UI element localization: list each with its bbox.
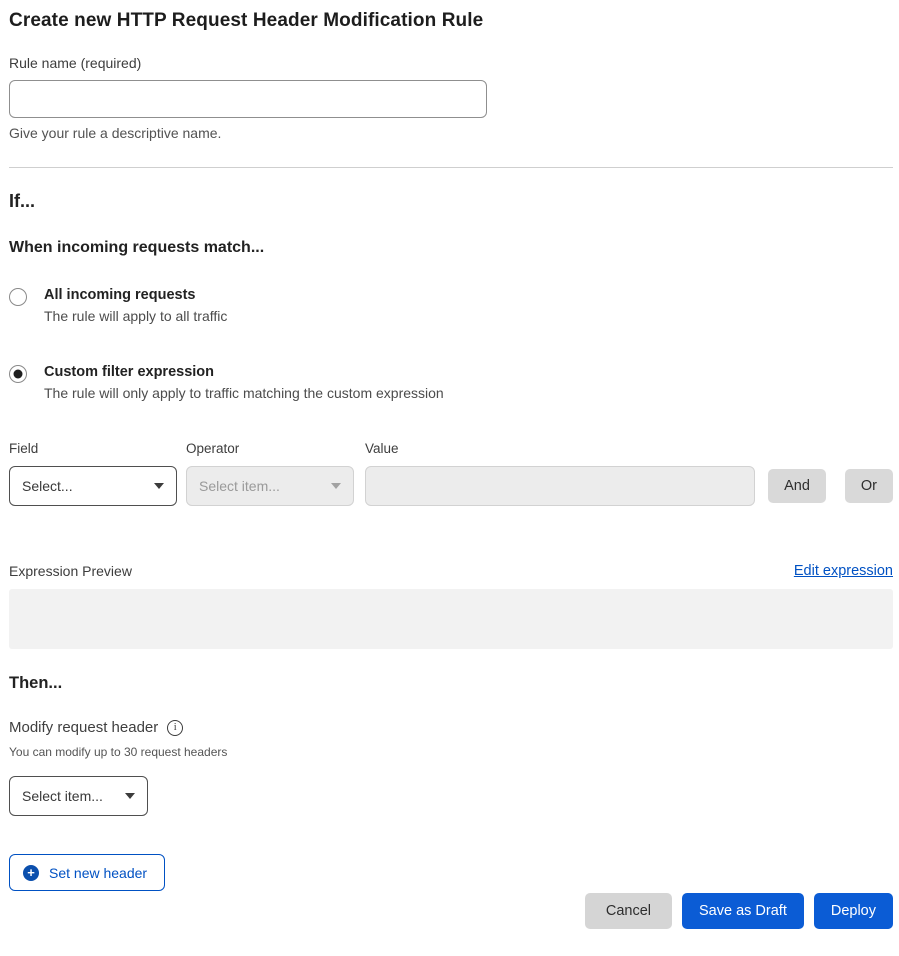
footer-actions: Cancel Save as Draft Deploy (9, 893, 893, 929)
operator-select-placeholder: Select item... (199, 478, 280, 494)
expression-builder-row: Field Select... Operator Select item... … (9, 441, 893, 506)
create-rule-page: Create new HTTP Request Header Modificat… (0, 0, 899, 929)
radio-desc-all-incoming: The rule will apply to all traffic (44, 308, 227, 324)
or-button[interactable]: Or (845, 469, 893, 503)
save-as-draft-button[interactable]: Save as Draft (682, 893, 804, 929)
plus-icon: + (23, 865, 39, 881)
radio-option-custom-filter[interactable]: Custom filter expression The rule will o… (9, 364, 893, 401)
page-title: Create new HTTP Request Header Modificat… (9, 10, 893, 32)
deploy-button[interactable]: Deploy (814, 893, 893, 929)
andor-group: And Or (768, 469, 893, 506)
radio-option-all-incoming[interactable]: All incoming requests The rule will appl… (9, 287, 893, 324)
chevron-down-icon (154, 483, 164, 489)
field-label: Field (9, 441, 177, 456)
modify-request-header-label: Modify request header (9, 719, 158, 736)
rule-name-input[interactable] (9, 80, 487, 118)
set-new-header-label: Set new header (49, 865, 147, 881)
header-action-select[interactable]: Select item... (9, 776, 148, 816)
value-label: Value (365, 441, 755, 456)
expression-preview-header: Expression Preview Edit expression (9, 563, 893, 579)
set-new-header-button[interactable]: + Set new header (9, 854, 165, 891)
edit-expression-link[interactable]: Edit expression (794, 563, 893, 579)
info-icon[interactable]: i (167, 720, 183, 736)
field-select[interactable]: Select... (9, 466, 177, 506)
rule-name-helper: Give your rule a descriptive name. (9, 125, 893, 141)
value-input (365, 466, 755, 506)
if-heading: If... (9, 191, 893, 212)
section-divider (9, 167, 893, 168)
operator-select: Select item... (186, 466, 354, 506)
expression-preview-box (9, 589, 893, 649)
operator-label: Operator (186, 441, 354, 456)
modify-header-row: Modify request header i (9, 719, 893, 736)
radio-button-custom-filter[interactable] (9, 365, 27, 383)
rule-name-label: Rule name (required) (9, 55, 893, 71)
radio-button-all-incoming[interactable] (9, 288, 27, 306)
when-match-subheading: When incoming requests match... (9, 239, 893, 257)
then-heading: Then... (9, 674, 893, 693)
field-select-value: Select... (22, 478, 73, 494)
radio-label-custom-filter[interactable]: Custom filter expression (44, 364, 444, 380)
expression-preview-label: Expression Preview (9, 563, 132, 579)
header-action-select-placeholder: Select item... (22, 788, 103, 804)
chevron-down-icon (125, 793, 135, 799)
and-button[interactable]: And (768, 469, 826, 503)
radio-desc-custom-filter: The rule will only apply to traffic matc… (44, 385, 444, 401)
radio-label-all-incoming[interactable]: All incoming requests (44, 287, 227, 303)
modify-helper-text: You can modify up to 30 request headers (9, 745, 893, 759)
cancel-button[interactable]: Cancel (585, 893, 672, 929)
chevron-down-icon (331, 483, 341, 489)
